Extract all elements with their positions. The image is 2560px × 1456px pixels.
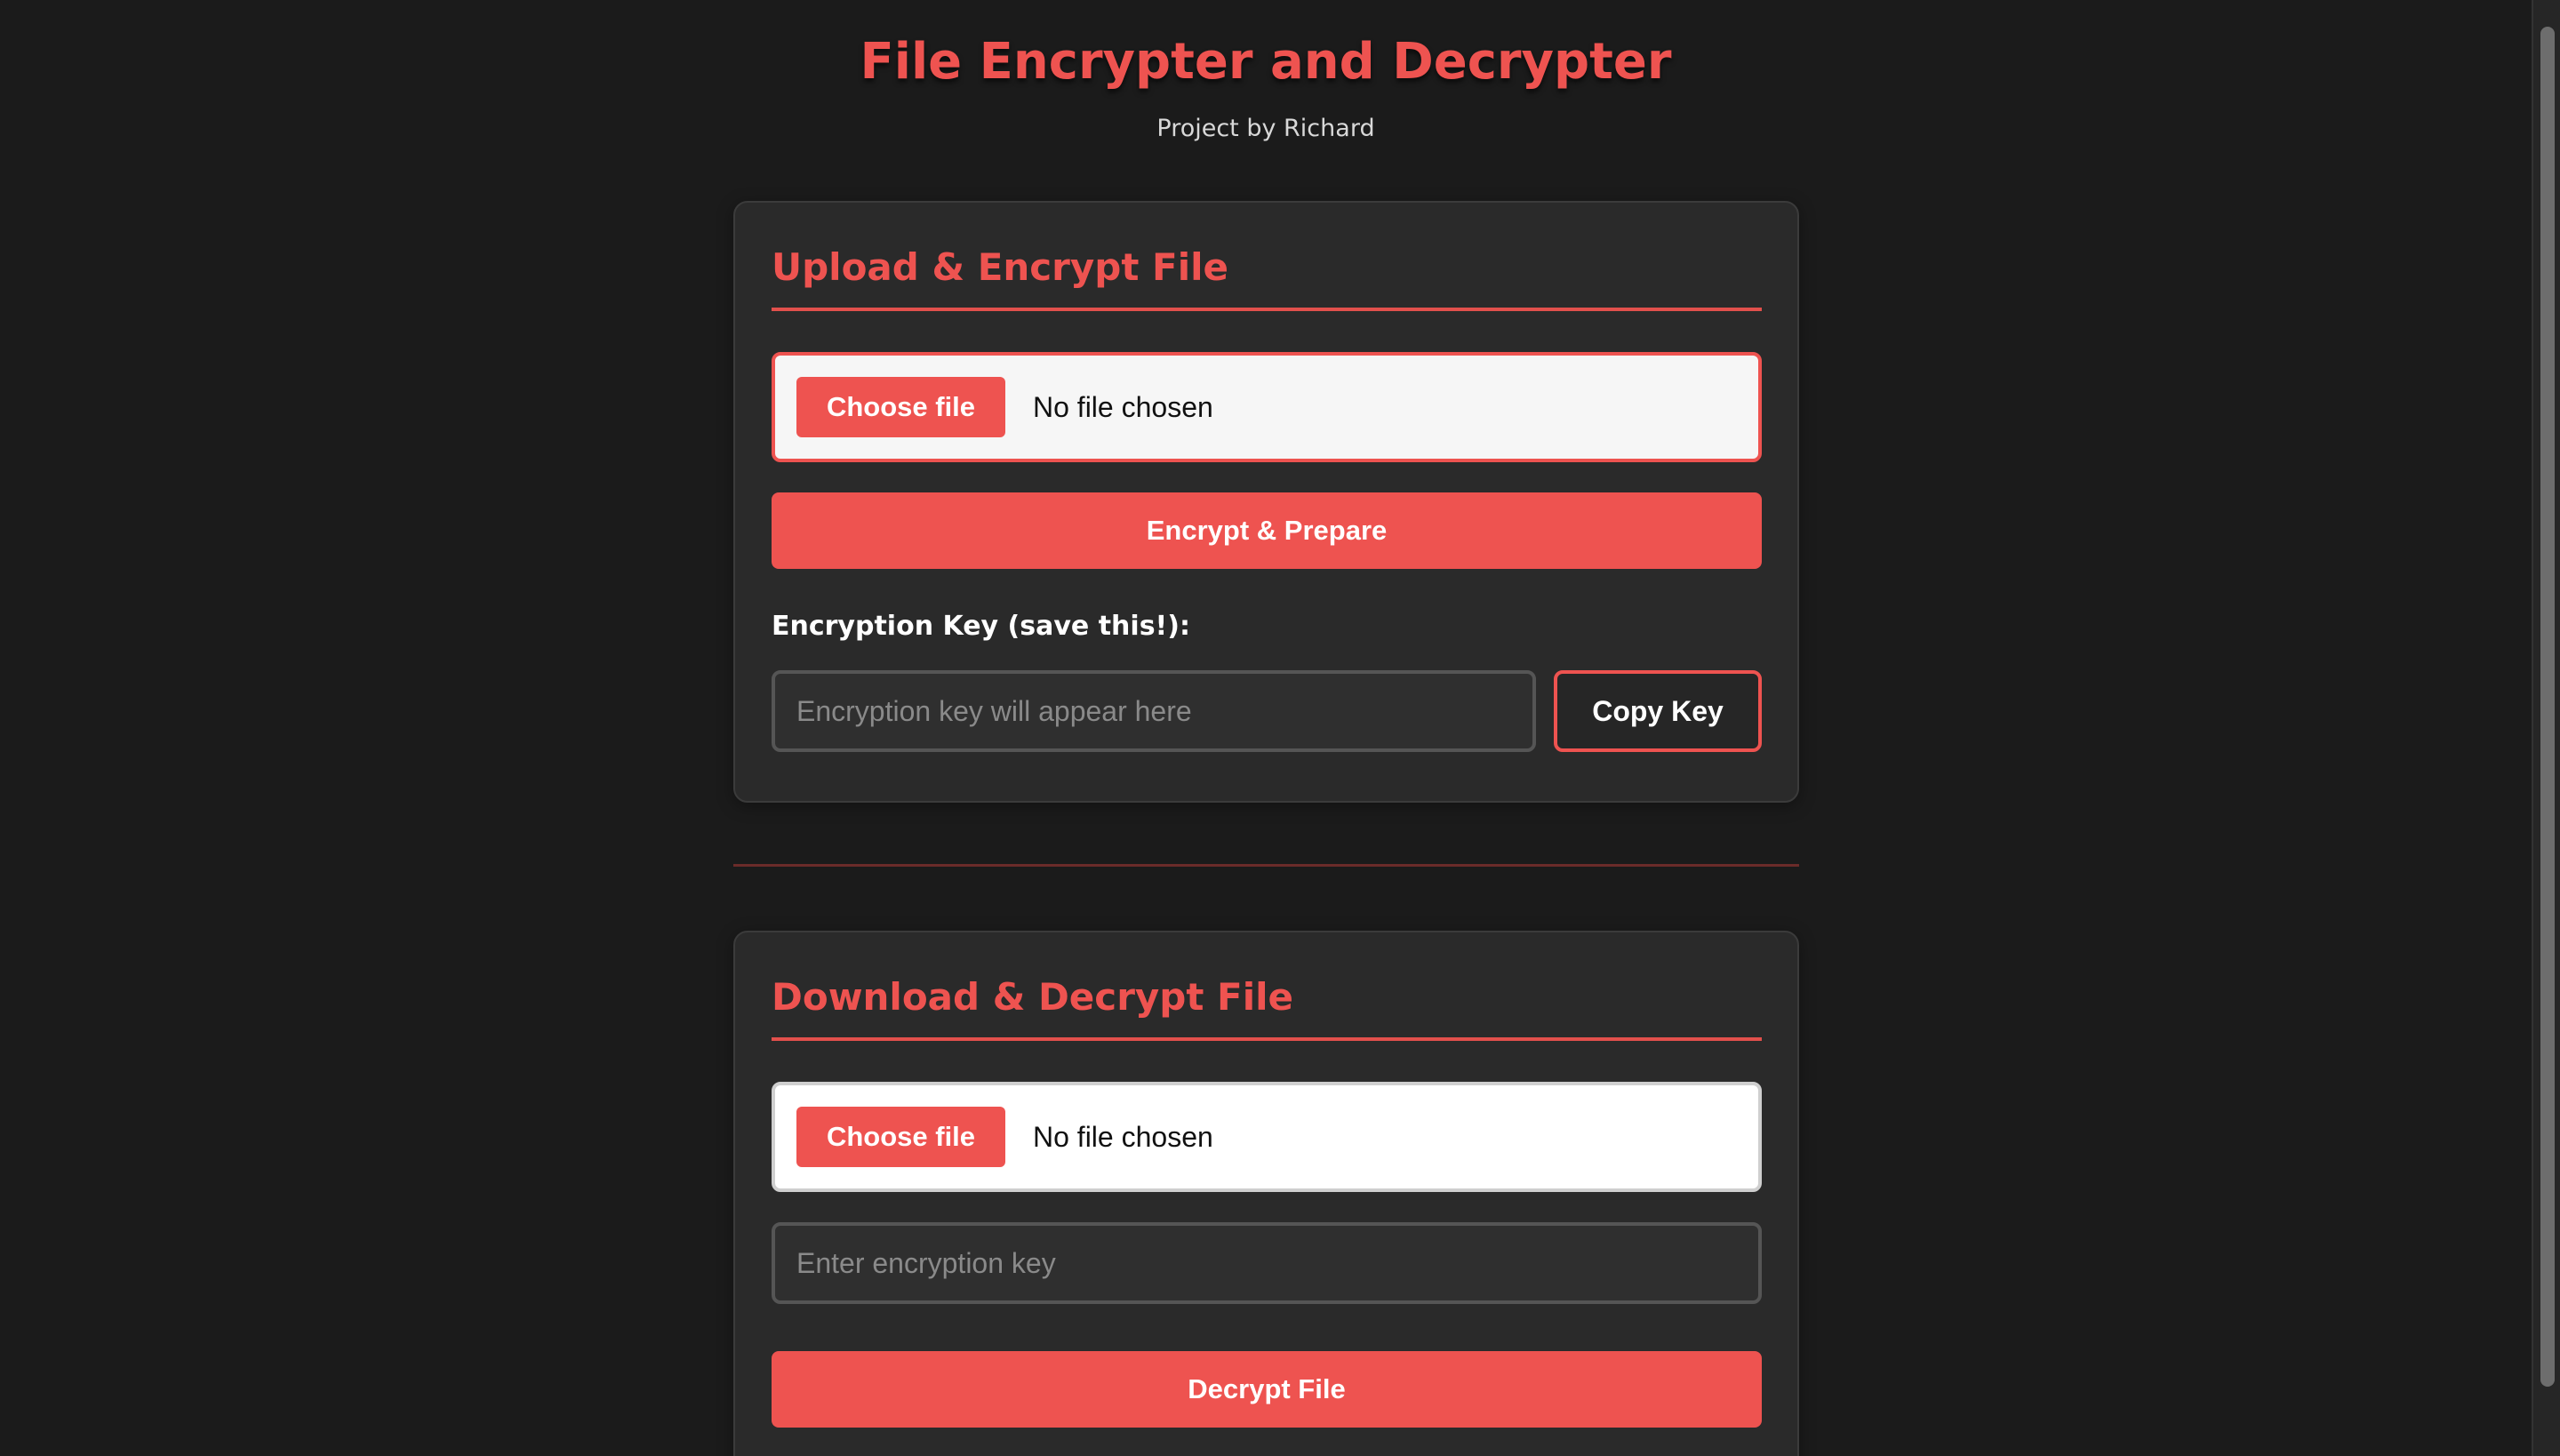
encrypt-prepare-button[interactable]: Encrypt & Prepare <box>772 492 1762 569</box>
decrypt-file-button[interactable]: Decrypt File <box>772 1351 1762 1428</box>
encrypt-choose-file-button[interactable]: Choose file <box>796 377 1005 437</box>
encryption-key-output[interactable]: Encryption key will appear here <box>772 670 1536 752</box>
copy-key-button[interactable]: Copy Key <box>1554 670 1762 752</box>
encrypt-heading-rule <box>772 308 1762 311</box>
encrypt-heading: Upload & Encrypt File <box>772 245 1229 289</box>
page-title: File Encrypter and Decrypter <box>860 33 1672 91</box>
decrypt-card: Download & Decrypt File Choose file No f… <box>733 931 1799 1456</box>
encrypt-file-input[interactable]: Choose file No file chosen <box>772 352 1762 462</box>
page-scrollbar[interactable] <box>2532 0 2560 1456</box>
page-subtitle: Project by Richard <box>1156 115 1375 142</box>
decryption-key-input[interactable]: Enter encryption key <box>772 1222 1762 1304</box>
scrollbar-thumb[interactable] <box>2540 27 2555 1387</box>
decrypt-heading-rule <box>772 1037 1762 1041</box>
decrypt-file-input[interactable]: Choose file No file chosen <box>772 1082 1762 1192</box>
encrypt-card: Upload & Encrypt File Choose file No fil… <box>733 201 1799 803</box>
encryption-key-label: Encryption Key (save this!): <box>772 611 1190 642</box>
section-divider <box>733 864 1799 867</box>
decrypt-heading: Download & Decrypt File <box>772 975 1294 1019</box>
page: File Encrypter and Decrypter Project by … <box>0 0 2560 1456</box>
decrypt-choose-file-button[interactable]: Choose file <box>796 1107 1005 1167</box>
decrypt-file-status: No file chosen <box>1033 1121 1213 1153</box>
encrypt-file-status: No file chosen <box>1033 391 1213 423</box>
